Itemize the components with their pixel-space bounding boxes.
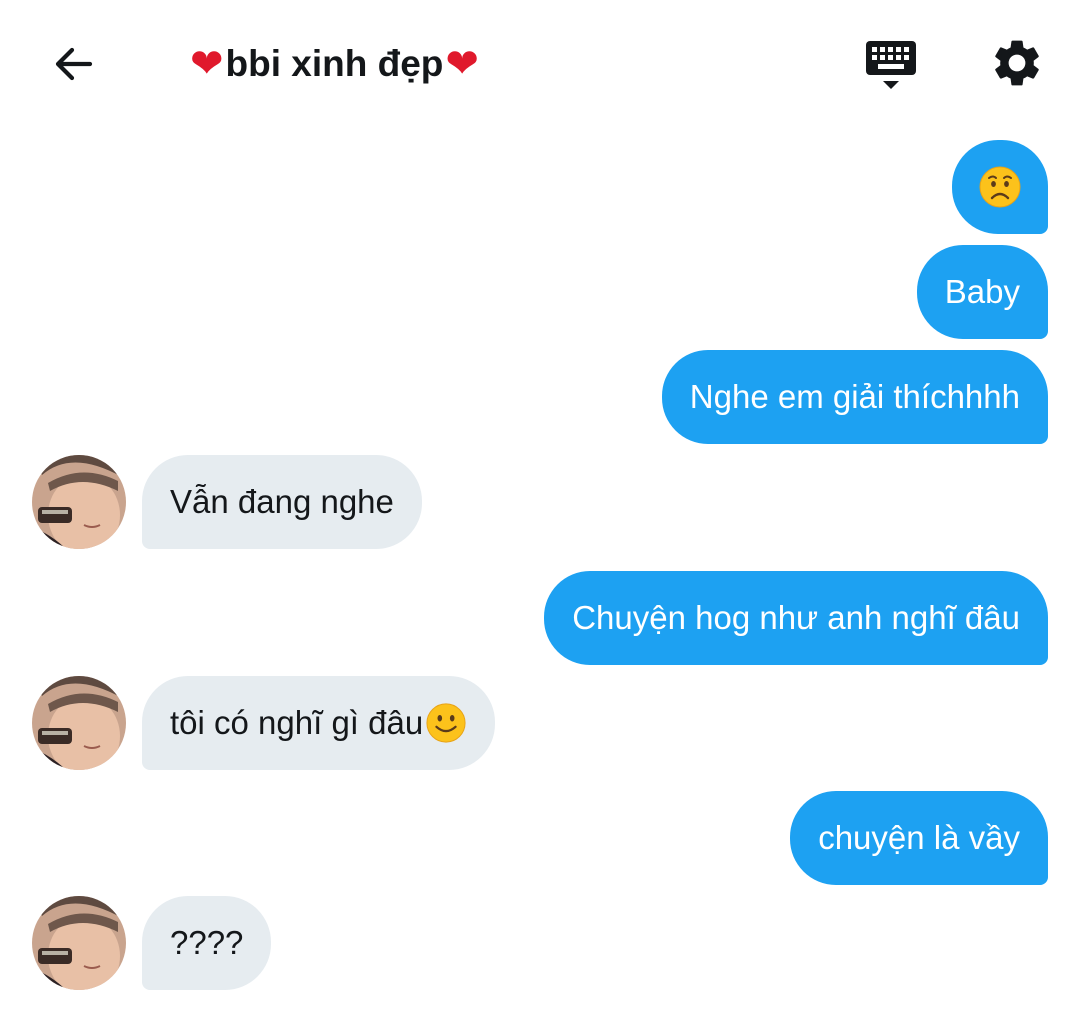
avatar[interactable]	[32, 676, 126, 770]
message-text: Baby	[944, 273, 1020, 310]
avatar-photo	[32, 455, 126, 549]
message-bubble-incoming[interactable]: ????	[142, 896, 272, 990]
settings-button[interactable]	[986, 32, 1048, 94]
avatar[interactable]	[32, 455, 126, 549]
avatar[interactable]	[32, 896, 126, 990]
message-bubble-incoming[interactable]: Vẫn đang nghe	[142, 455, 422, 549]
conversation-header: ❤ bbi xinh đẹp ❤	[0, 0, 1080, 128]
heart-icon: ❤	[445, 41, 479, 87]
message-bubble-incoming[interactable]: tôi có nghĩ gì đâu	[142, 676, 496, 770]
message-bubble-outgoing[interactable]	[952, 140, 1048, 234]
keyboard-button[interactable]	[860, 34, 922, 96]
keyboard-icon	[866, 41, 916, 89]
message-text: chuyện là vầy	[818, 819, 1020, 856]
message-text: ????	[170, 924, 244, 961]
arrow-left-icon	[55, 47, 93, 81]
message-text: Chuyện hog như anh nghĩ đâu	[572, 599, 1020, 636]
message-text: Vẫn đang nghe	[170, 483, 394, 520]
message-text: tôi có nghĩ gì đâu	[170, 704, 424, 741]
worried-face-emoji	[979, 166, 1021, 208]
avatar-photo	[32, 896, 126, 990]
gear-icon	[995, 40, 1039, 86]
message-bubble-outgoing[interactable]: Chuyện hog như anh nghĩ đâu	[544, 571, 1048, 665]
message-bubble-outgoing[interactable]: Nghe em giải thíchhhh	[661, 350, 1048, 444]
avatar-photo	[32, 676, 126, 770]
conversation-title[interactable]: ❤ bbi xinh đẹp ❤	[188, 36, 481, 92]
message-bubble-outgoing[interactable]: chuyện là vầy	[790, 791, 1048, 885]
slightly-smiling-face-emoji	[426, 703, 466, 743]
message-bubble-outgoing[interactable]: Baby	[916, 245, 1048, 339]
conversation-title-text: bbi xinh đẹp	[225, 43, 444, 84]
heart-icon: ❤	[190, 41, 224, 87]
message-text: Nghe em giải thíchhhh	[689, 378, 1020, 415]
back-button[interactable]	[46, 36, 102, 92]
